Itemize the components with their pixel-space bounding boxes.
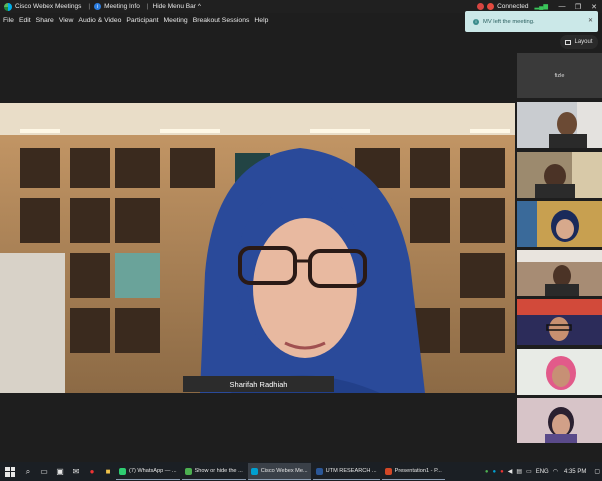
minimize-button[interactable]: — [554, 3, 570, 10]
menu-edit[interactable]: Edit [19, 17, 31, 24]
taskbar-app-chrome[interactable]: Show or hide the ... [181, 463, 246, 480]
info-icon: i [94, 3, 102, 10]
layout-label: Layout [574, 39, 593, 45]
participant-video [517, 398, 602, 443]
hide-menu-bar-button[interactable]: Hide Menu Bar ^ [153, 3, 201, 10]
recording-icon[interactable] [477, 3, 485, 10]
signal-strength-icon: ▂▄▆ [534, 4, 548, 10]
battery-icon[interactable]: ▭ [526, 468, 532, 475]
participant-tile[interactable] [517, 152, 602, 198]
whatsapp-icon [119, 467, 126, 475]
powerpoint-icon [384, 467, 392, 475]
participant-video [517, 299, 602, 345]
menu-audio-video[interactable]: Audio & Video [78, 17, 121, 24]
active-speaker-video-frame [0, 103, 515, 393]
participant-tile[interactable] [517, 250, 602, 296]
app-title: Cisco Webex Meetings [15, 3, 82, 10]
store-icon[interactable]: ▣ [55, 467, 65, 477]
close-button[interactable]: ✕ [586, 3, 602, 11]
toast-message: MV left the meeting. [483, 18, 535, 25]
participant-video [517, 102, 602, 148]
participant-tile[interactable] [517, 201, 602, 247]
layout-grid-icon [565, 39, 572, 45]
participant-tile-name: fizle [517, 53, 602, 98]
connection-status: Connected [497, 3, 529, 10]
close-icon[interactable]: ✕ [588, 17, 593, 24]
task-view-icon[interactable]: ▭ [39, 467, 49, 477]
language-indicator[interactable]: ENG [536, 469, 549, 475]
taskbar-app-webex[interactable]: Cisco Webex Me... [247, 463, 311, 480]
antivirus-tray-icon[interactable]: ● [500, 469, 504, 475]
task-label: Cisco Webex Me... [260, 468, 308, 474]
active-speaker-name: Sharifah Radhiah [183, 376, 334, 392]
menu-share[interactable]: Share [36, 17, 54, 24]
participant-tile[interactable] [517, 102, 602, 148]
network-icon[interactable]: ▤ [516, 468, 522, 475]
wifi-icon[interactable]: ◠ [553, 468, 558, 475]
participant-video [517, 152, 602, 198]
layout-button[interactable]: Layout [560, 35, 598, 49]
participant-tile[interactable] [517, 349, 602, 395]
participant-video [517, 250, 602, 296]
chrome-tray-icon[interactable]: ● [485, 469, 489, 475]
maximize-button[interactable]: ❐ [570, 3, 586, 11]
menu-file[interactable]: File [3, 17, 14, 24]
hide-menu-label: Hide Menu Bar [152, 3, 196, 10]
participant-video [517, 201, 602, 247]
opera-icon[interactable]: ● [87, 467, 97, 477]
participant-tile[interactable] [517, 398, 602, 443]
meeting-info-button[interactable]: i Meeting Info [94, 3, 140, 10]
menu-help[interactable]: Help [254, 17, 268, 24]
info-icon: i [473, 18, 479, 25]
search-icon[interactable]: ⌕ [23, 467, 33, 477]
taskbar-app-word[interactable]: UTM RESEARCH ... [312, 463, 380, 480]
system-tray: ● ● ● ◀ ▤ ▭ ENG ◠ 4:35 PM ▢ [483, 462, 602, 481]
notification-center-icon[interactable]: ▢ [594, 468, 600, 475]
notification-toast: i MV left the meeting. ✕ [465, 11, 598, 32]
menu-participant[interactable]: Participant [126, 17, 158, 24]
connection-icon [487, 3, 495, 10]
windows-start-icon[interactable] [5, 466, 15, 477]
taskbar-clock[interactable]: 4:35 PM [564, 469, 586, 475]
task-label: (7) WhatsApp — ... [129, 468, 177, 474]
chrome-icon [184, 467, 192, 475]
menu-view[interactable]: View [59, 17, 74, 24]
menu-breakout-sessions[interactable]: Breakout Sessions [193, 17, 250, 24]
taskbar-app-whatsapp[interactable]: (7) WhatsApp — ... [116, 463, 180, 480]
speaker-icon[interactable]: ◀ [508, 468, 513, 475]
chevron-up-icon: ^ [197, 3, 201, 10]
webex-window: Cisco Webex Meetings | i Meeting Info | … [0, 0, 602, 481]
webex-icon [250, 467, 258, 475]
meeting-info-label: Meeting Info [104, 3, 140, 10]
participant-tile[interactable]: fizle [517, 53, 602, 98]
mail-icon[interactable]: ✉ [71, 467, 81, 477]
participant-video [517, 349, 602, 395]
webex-tray-icon[interactable]: ● [492, 469, 496, 475]
word-icon [315, 467, 323, 475]
task-label: UTM RESEARCH ... [325, 468, 377, 474]
active-speaker-video [0, 103, 515, 393]
participant-tiles: fizle [517, 53, 602, 443]
menu-bar: File Edit Share View Audio & Video Parti… [0, 14, 273, 27]
task-label: Show or hide the ... [194, 468, 243, 474]
taskbar-app-powerpoint[interactable]: Presentation1 - P... [381, 463, 445, 480]
webex-logo-icon [4, 2, 12, 11]
menu-meeting[interactable]: Meeting [164, 17, 188, 24]
file-explorer-icon[interactable]: ■ [103, 467, 113, 477]
participant-tile[interactable] [517, 299, 602, 345]
windows-taskbar: ⌕ ▭ ▣ ✉ ● ■ (7) WhatsApp — ... Show or h… [0, 462, 602, 481]
task-label: Presentation1 - P... [394, 468, 442, 474]
